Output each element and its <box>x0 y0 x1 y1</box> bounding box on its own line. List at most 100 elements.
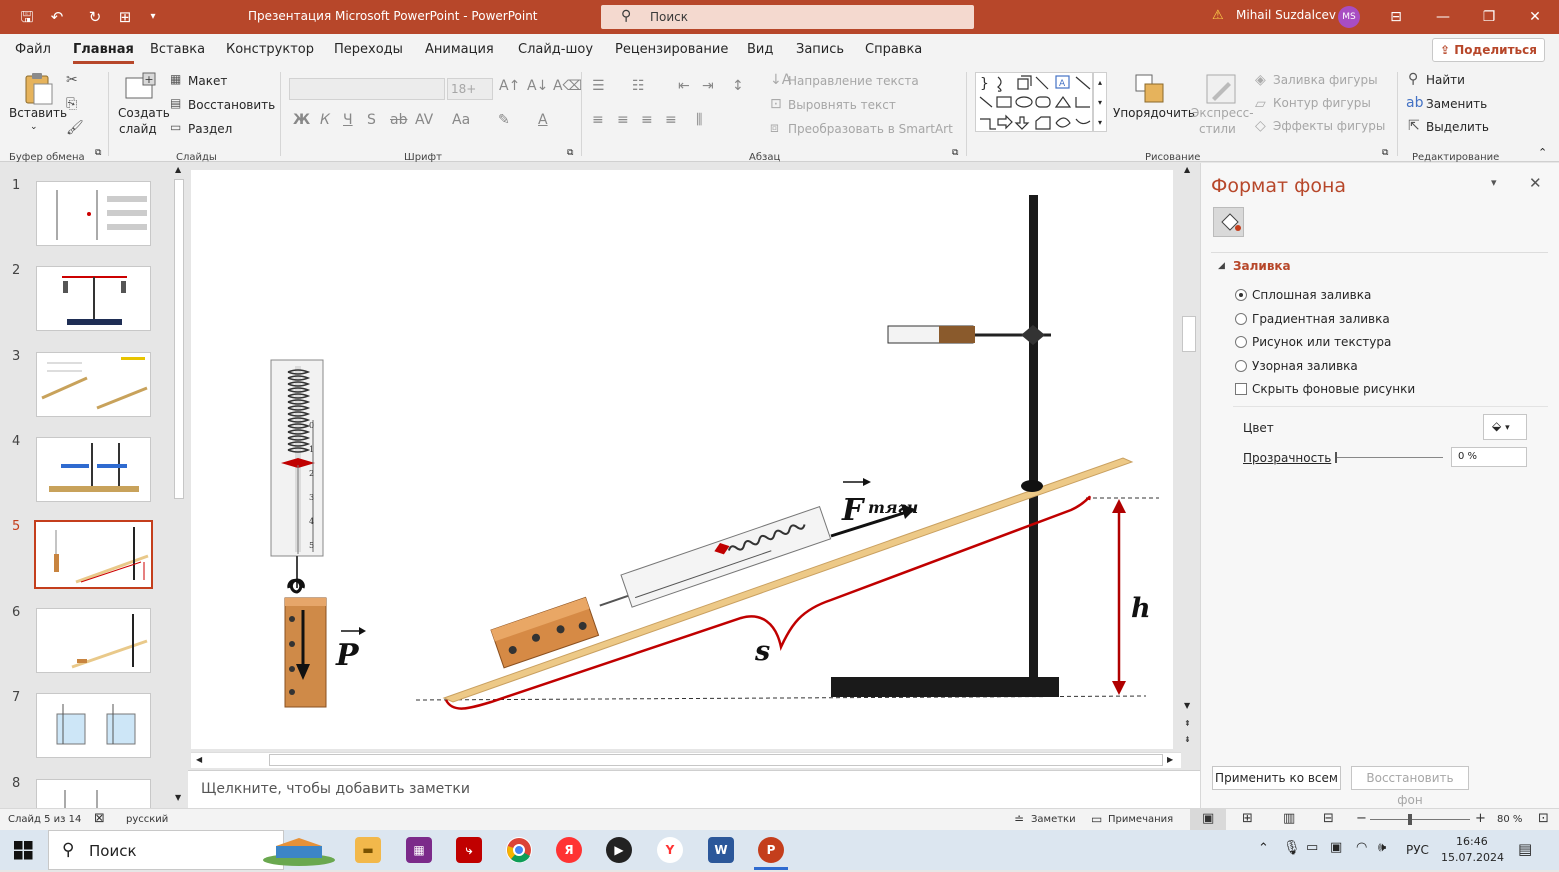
reset-button[interactable]: Восстановить <box>188 98 275 112</box>
slide-thumbnail-2[interactable] <box>36 266 151 331</box>
shadow-icon[interactable]: S <box>367 112 376 128</box>
highlight-icon[interactable]: ✎ <box>498 112 510 128</box>
select-button[interactable]: Выделить <box>1426 120 1489 134</box>
radio-gradient-fill[interactable] <box>1235 313 1247 325</box>
file-explorer-icon[interactable]: ▬ <box>355 837 381 863</box>
shape-fill-button[interactable]: Заливка фигуры <box>1273 73 1378 87</box>
paragraph-launcher-icon[interactable]: ⧉ <box>952 148 958 158</box>
slide-thumbnail-3[interactable] <box>36 352 151 417</box>
tab-design[interactable]: Конструктор <box>226 42 314 57</box>
underline-icon[interactable]: Ч <box>343 112 353 128</box>
font-color-icon[interactable]: A <box>538 112 548 128</box>
justify-icon[interactable]: ≡ <box>665 112 677 128</box>
slide-thumbnail-4[interactable] <box>36 437 151 502</box>
font-launcher-icon[interactable]: ⧉ <box>567 148 573 158</box>
clipboard-launcher-icon[interactable]: ⧉ <box>95 148 101 158</box>
hide-bg-checkbox[interactable] <box>1235 383 1247 395</box>
fill-tab-icon[interactable] <box>1213 207 1244 237</box>
arrange-button[interactable]: Упорядочить <box>1113 106 1195 120</box>
paste-button[interactable]: Вставить <box>9 106 67 120</box>
accessibility-icon[interactable]: ⊠ <box>94 811 105 826</box>
decrease-indent-icon[interactable]: ⇤ <box>678 78 690 94</box>
quick-styles-label-1[interactable]: Экспресс- <box>1191 106 1254 120</box>
language-indicator[interactable]: русский <box>126 814 168 825</box>
text-direction-button[interactable]: Направление текста <box>788 74 919 88</box>
customize-qat-icon[interactable]: ▾ <box>142 7 164 27</box>
radio-picture-fill[interactable] <box>1235 336 1247 348</box>
scroll-thumb[interactable] <box>1182 316 1196 352</box>
tab-record[interactable]: Запись <box>796 42 844 57</box>
shapes-gallery[interactable]: } A <box>975 72 1093 132</box>
notes-toggle[interactable]: Заметки <box>1031 814 1076 825</box>
user-name[interactable]: Mihail Suzdalcev <box>1236 8 1336 22</box>
option-solid-fill-label[interactable]: Сплошная заливка <box>1252 288 1371 302</box>
microphone-icon[interactable]: 🎙 <box>1283 840 1301 856</box>
spacing-icon[interactable]: AV <box>415 112 433 128</box>
clock-time[interactable]: 16:46 <box>1456 835 1488 848</box>
option-pattern-fill-label[interactable]: Узорная заливка <box>1252 359 1358 373</box>
redo-icon[interactable]: ↻ <box>84 7 106 27</box>
scroll-up-icon[interactable]: ▲ <box>1184 165 1190 174</box>
zoom-slider-thumb[interactable] <box>1408 814 1412 825</box>
cut-icon[interactable]: ✂ <box>66 72 78 88</box>
quick-styles-label-2[interactable]: стили <box>1199 122 1236 136</box>
editor-horizontal-scrollbar[interactable]: ◀ ▶ <box>191 752 1181 768</box>
taskbar-search[interactable]: ⚲ Поиск <box>48 830 284 870</box>
radio-pattern-fill[interactable] <box>1235 360 1247 372</box>
bullets-icon[interactable]: ☰ <box>592 78 605 94</box>
zoom-level[interactable]: 80 % <box>1497 814 1522 825</box>
slide-canvas[interactable]: F тяги s h 0 1 2 3 4 5 P <box>191 170 1173 749</box>
prev-slide-icon[interactable]: ⇞ <box>1184 719 1191 728</box>
search-highlight-icon[interactable] <box>262 836 336 866</box>
numbering-icon[interactable]: ☷ <box>632 78 645 94</box>
paste-icon[interactable] <box>20 72 54 106</box>
paste-dropdown-icon[interactable]: ⌄ <box>30 122 38 132</box>
battery-icon[interactable]: ▭ <box>1306 840 1318 855</box>
scroll-thumb[interactable] <box>174 179 184 499</box>
tab-review[interactable]: Рецензирование <box>615 42 728 57</box>
input-language[interactable]: РУС <box>1406 843 1429 857</box>
font-family-select[interactable] <box>289 78 445 100</box>
shape-outline-button[interactable]: Контур фигуры <box>1273 96 1371 110</box>
quick-styles-icon[interactable] <box>1204 72 1238 106</box>
copy-icon[interactable]: ⎘ <box>66 96 77 112</box>
present-icon[interactable]: ⊞ <box>114 7 136 27</box>
shapes-gallery-scroll[interactable]: ▴ ▾ ▾ <box>1093 72 1107 132</box>
pane-options-icon[interactable]: ▾ <box>1491 176 1497 189</box>
warning-icon[interactable]: ⚠ <box>1212 8 1224 23</box>
scroll-down-icon[interactable]: ▼ <box>1184 701 1190 710</box>
hide-bg-label[interactable]: Скрыть фоновые рисунки <box>1252 382 1415 396</box>
case-icon[interactable]: Aa <box>452 112 470 128</box>
fill-section-title[interactable]: Заливка <box>1233 259 1291 273</box>
maximize-icon[interactable]: ❐ <box>1474 6 1504 28</box>
tab-view[interactable]: Вид <box>747 42 773 57</box>
align-center-icon[interactable]: ≡ <box>617 112 629 128</box>
slideshow-icon[interactable]: ⊟ <box>1323 811 1334 826</box>
wifi-icon[interactable]: ◠ <box>1356 840 1367 855</box>
replace-button[interactable]: Заменить <box>1426 97 1487 111</box>
transparency-slider-track[interactable] <box>1335 457 1443 458</box>
color-picker-button[interactable]: ⬙ ▾ <box>1483 414 1527 440</box>
editor-vertical-scrollbar[interactable]: ▲ ▼ ⇞ ⇟ <box>1181 163 1199 753</box>
tab-file[interactable]: Файл <box>15 42 51 57</box>
option-gradient-fill-label[interactable]: Градиентная заливка <box>1252 312 1390 326</box>
reading-view-icon[interactable]: ▥ <box>1283 811 1295 826</box>
slide-thumbnail-5[interactable] <box>34 520 153 589</box>
fit-slide-icon[interactable]: ⊡ <box>1538 811 1549 826</box>
line-spacing-icon[interactable]: ↕ <box>732 78 744 94</box>
undo-icon[interactable]: ↶ <box>46 7 68 27</box>
arrange-icon[interactable] <box>1133 72 1167 106</box>
clear-format-icon[interactable]: A⌫ <box>553 78 582 94</box>
tab-home[interactable]: Главная <box>73 42 134 64</box>
shrink-font-icon[interactable]: A↓ <box>527 78 548 94</box>
grow-font-icon[interactable]: A↑ <box>499 78 520 94</box>
zoom-in-icon[interactable]: + <box>1475 811 1486 826</box>
zoom-slider[interactable] <box>1370 819 1470 820</box>
ribbon-display-icon[interactable]: ⊟ <box>1381 6 1411 28</box>
transparency-input[interactable]: 0 % <box>1451 447 1527 467</box>
new-slide-label-1[interactable]: Создать <box>118 106 170 120</box>
slide-thumbnail-1[interactable] <box>36 181 151 246</box>
drawing-launcher-icon[interactable]: ⧉ <box>1382 148 1388 158</box>
slide-thumbnail-8[interactable] <box>36 779 151 809</box>
align-text-button[interactable]: Выровнять текст <box>788 98 896 112</box>
